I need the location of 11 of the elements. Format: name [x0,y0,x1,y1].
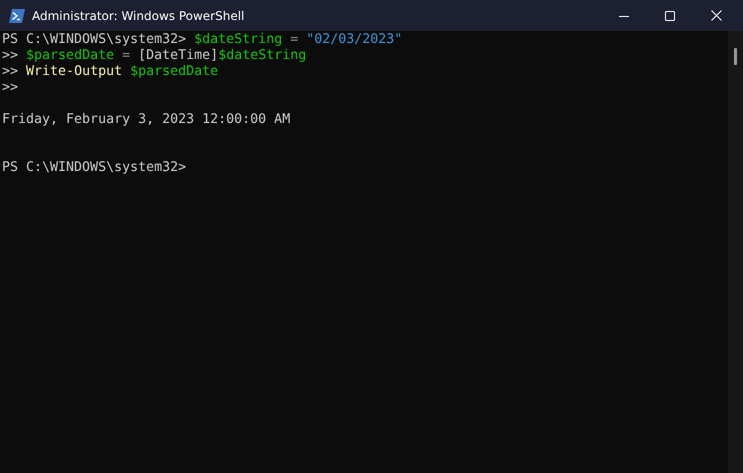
console-line: >> Write-Output $parsedDate [2,64,220,80]
console-line: PS C:\WINDOWS\system32> [2,160,188,176]
console-line: Friday, February 3, 2023 12:00:00 AM [2,112,292,128]
close-icon [710,10,722,21]
window-title: Administrator: Windows PowerShell [32,8,244,22]
console-line: PS C:\WINDOWS\system32> $dateString = "02/03/2023" [2,32,404,48]
console-line: >> [2,80,20,96]
scrollbar[interactable] [728,31,743,473]
console-line: >> $parsedDate = [DateTime]$dateString [2,48,308,64]
powershell-icon [9,8,25,22]
maximize-icon [665,10,675,20]
